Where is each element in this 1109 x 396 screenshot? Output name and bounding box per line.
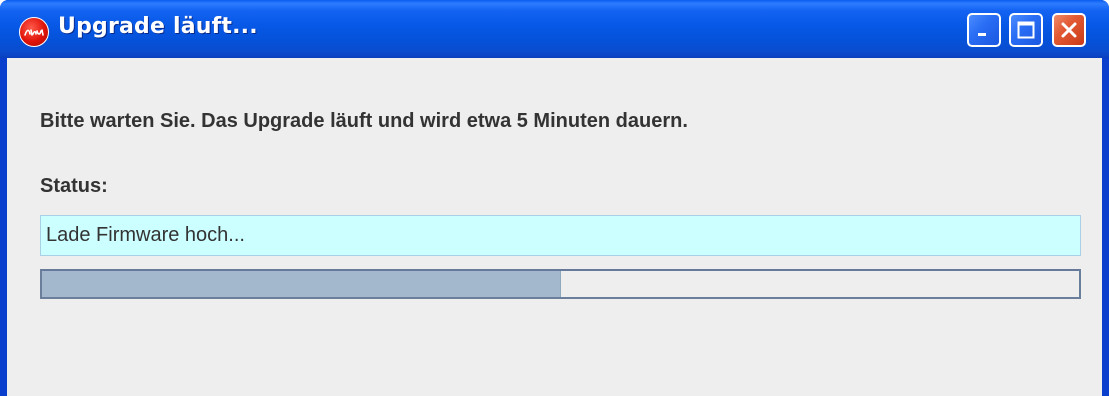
status-label: Status:	[40, 175, 108, 197]
title-bar[interactable]: Upgrade läuft...	[0, 0, 1109, 58]
status-value: Lade Firmware hoch...	[46, 224, 245, 246]
minimize-button[interactable]	[967, 13, 1001, 47]
progress-bar-fill	[42, 271, 561, 297]
status-field: Lade Firmware hoch...	[40, 215, 1081, 256]
minimize-icon	[978, 33, 986, 36]
progress-bar	[40, 269, 1081, 299]
dialog-content: Bitte warten Sie. Das Upgrade läuft und …	[7, 58, 1102, 396]
info-message: Bitte warten Sie. Das Upgrade läuft und …	[40, 110, 688, 132]
window-title: Upgrade läuft...	[58, 14, 258, 39]
upgrade-dialog-window: Upgrade läuft... Bitte warten Sie. Das U…	[0, 0, 1109, 396]
maximize-icon	[1017, 21, 1035, 39]
app-logo-icon[interactable]	[19, 17, 49, 47]
maximize-button[interactable]	[1009, 13, 1043, 47]
close-icon	[1061, 22, 1077, 38]
close-button[interactable]	[1052, 13, 1086, 47]
